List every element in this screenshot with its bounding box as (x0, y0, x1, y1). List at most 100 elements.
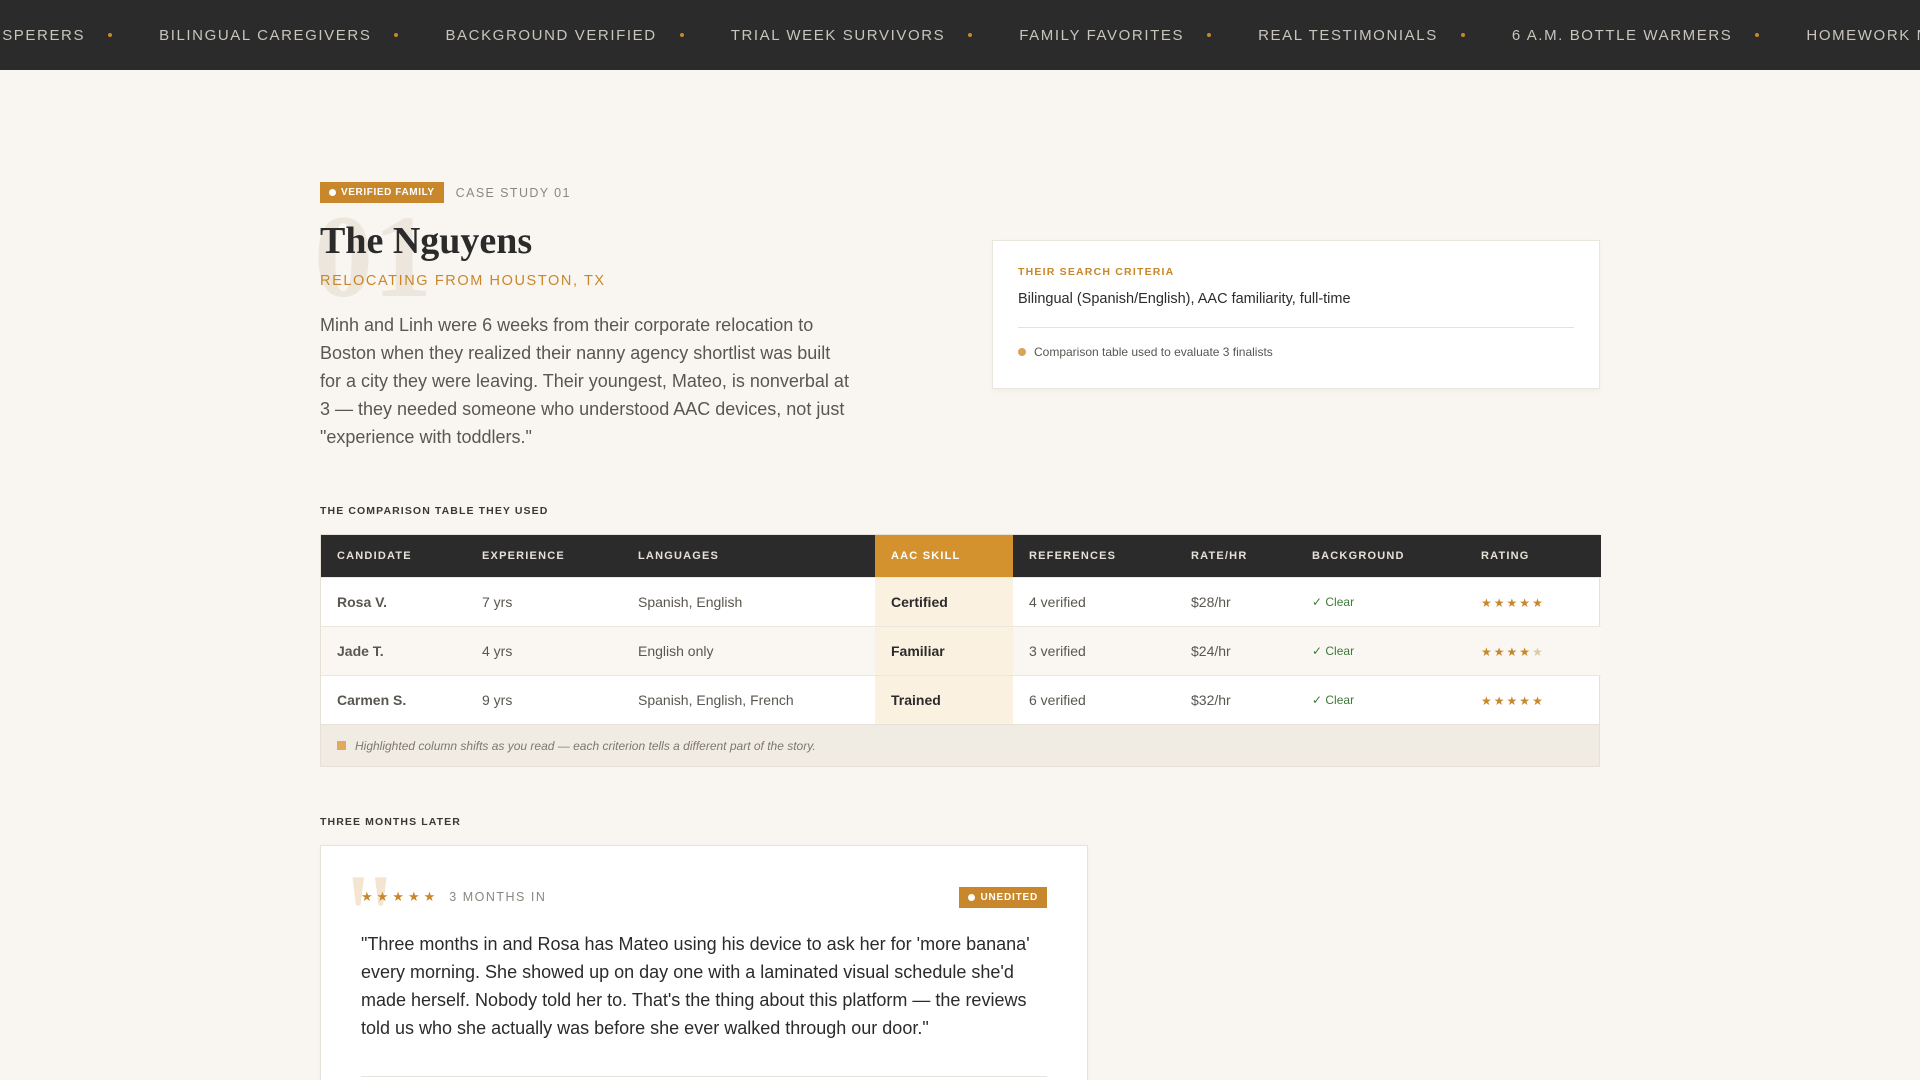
cell-references: 6 verified (1029, 691, 1086, 708)
column-header-aac-skill[interactable]: AAC SKILL (875, 535, 1013, 577)
cell-rate: $28/hr (1191, 593, 1231, 610)
cell-candidate: Rosa V. (337, 593, 388, 610)
marquee-separator-icon (108, 33, 113, 37)
marquee-item-label: BACKGROUND VERIFIED (445, 26, 657, 44)
case-study-label: CASE STUDY 01 (455, 185, 571, 200)
star-filled-icon: ★ (1493, 595, 1507, 610)
marquee-separator-icon (1460, 33, 1465, 37)
marquee-item-label: BILINGUAL CAREGIVERS (159, 26, 372, 44)
column-header-languages[interactable]: LANGUAGES (622, 535, 875, 577)
cell-background: ✓ Clear (1312, 594, 1355, 609)
marquee-separator-icon (679, 33, 684, 37)
cell-rating: ★★★★★ (1465, 675, 1601, 724)
testimonial-header: ★★★★★ 3 MONTHS IN UNEDITED (361, 886, 1047, 908)
column-header-experience[interactable]: EXPERIENCE (466, 535, 622, 577)
star-filled-icon: ★ (1506, 644, 1520, 659)
rating-stars-icon: ★★★★★ (1481, 645, 1545, 659)
highlight-legend-icon (337, 741, 346, 750)
marquee-item: FAMILY FAVORITES (1019, 27, 1258, 44)
column-header-background[interactable]: BACKGROUND (1296, 535, 1465, 577)
cell-languages: Spanish, English, French (638, 691, 794, 708)
column-header-rating[interactable]: RATING (1465, 535, 1601, 577)
column-header-references[interactable]: REFERENCES (1013, 535, 1175, 577)
star-empty-icon: ★ (1532, 644, 1545, 659)
family-name-title: The Nguyens (320, 220, 533, 262)
comparison-table-label: THE COMPARISON TABLE THEY USED (320, 505, 549, 517)
marquee-item: 6 A.M. BOTTLE WARMERS (1512, 27, 1807, 44)
star-filled-icon: ★ (1481, 693, 1494, 708)
table-row[interactable]: Jade T. 4 yrs English only Familiar 3 ve… (321, 626, 1601, 675)
badge-dot-icon (968, 893, 976, 901)
marquee-item: BILINGUAL CAREGIVERS (159, 27, 445, 44)
case-story-text: Minh and Linh were 6 weeks from their co… (320, 314, 849, 447)
testimonial-timeframe: 3 MONTHS IN (449, 890, 547, 904)
column-header-candidate[interactable]: CANDIDATE (321, 535, 466, 577)
marquee-item: BACKGROUND VERIFIED (445, 27, 730, 44)
cell-languages: English only (638, 642, 714, 659)
marquee-item: HISPERERS (0, 27, 159, 44)
criteria-divider (1018, 327, 1574, 328)
three-months-later-label: THREE MONTHS LATER (320, 816, 461, 828)
cell-candidate: Jade T. (337, 642, 384, 659)
marquee-separator-icon (1755, 33, 1760, 37)
testimonial-quote: "Three months in and Rosa has Mateo usin… (361, 934, 1030, 1038)
criteria-title: THEIR SEARCH CRITERIA (1018, 266, 1175, 278)
marquee-item-label: REAL TESTIMONIALS (1258, 26, 1438, 44)
star-filled-icon: ★ (1481, 595, 1494, 610)
star-filled-icon: ★ (1519, 595, 1533, 610)
star-filled-icon: ★ (1532, 693, 1545, 708)
cell-experience: 7 yrs (482, 593, 513, 610)
marquee-separator-icon (394, 33, 399, 37)
unedited-badge: UNEDITED (959, 886, 1047, 908)
star-filled-icon: ★ (1493, 693, 1507, 708)
criteria-note-text: Comparison table used to evaluate 3 fina… (1034, 345, 1273, 359)
relocating-subtitle: RELOCATING FROM HOUSTON, TX (320, 272, 606, 289)
testimonial-divider (361, 1076, 1047, 1077)
marquee-item-label: HOMEWORK NEGOTIATO (1806, 26, 1920, 44)
cell-background: ✓ Clear (1312, 643, 1355, 658)
table-row[interactable]: Rosa V. 7 yrs Spanish, English Certified… (321, 577, 1601, 626)
star-filled-icon: ★ (1519, 644, 1533, 659)
rating-stars-icon: ★★★★★ (1481, 694, 1545, 708)
comparison-table: CANDIDATE EXPERIENCE LANGUAGES AAC SKILL… (320, 534, 1601, 767)
search-criteria-card: THEIR SEARCH CRITERIA Bilingual (Spanish… (992, 240, 1600, 389)
cell-experience: 4 yrs (482, 642, 513, 659)
marquee-separator-icon (968, 33, 973, 37)
column-header-rate[interactable]: RATE/HR (1175, 535, 1296, 577)
criteria-text: Bilingual (Spanish/English), AAC familia… (1018, 291, 1351, 307)
criteria-note-dot-icon (1018, 348, 1026, 356)
criteria-note: Comparison table used to evaluate 3 fina… (1018, 345, 1574, 359)
star-filled-icon: ★ (1506, 595, 1520, 610)
cell-rate: $32/hr (1191, 691, 1231, 708)
cell-rating: ★★★★★ (1465, 626, 1601, 675)
marquee-separator-icon (1207, 33, 1212, 37)
marquee-item-label: 6 A.M. BOTTLE WARMERS (1511, 26, 1733, 44)
cell-aac-skill: Familiar (875, 626, 1013, 675)
marquee-item: REAL TESTIMONIALS (1258, 27, 1512, 44)
cell-references: 3 verified (1029, 642, 1086, 659)
testimonial-stars-icon: ★★★★★ (361, 889, 440, 904)
marquee-item-label: FAMILY FAVORITES (1019, 26, 1185, 44)
rating-stars-icon: ★★★★★ (1481, 596, 1545, 610)
table-footnote-text: Highlighted column shifts as you read — … (355, 738, 816, 753)
cell-references: 4 verified (1029, 593, 1086, 610)
cell-rate: $24/hr (1191, 642, 1231, 659)
cell-experience: 9 yrs (482, 691, 513, 708)
marquee-item: TRIAL WEEK SURVIVORS (731, 27, 1020, 44)
case-study-header: 01 VERIFIED FAMILY CASE STUDY 01 The Ngu… (314, 182, 880, 451)
table-row[interactable]: Carmen S. 9 yrs Spanish, English, French… (321, 675, 1601, 724)
star-filled-icon: ★ (1481, 644, 1494, 659)
cell-aac-skill: Trained (875, 675, 1013, 724)
star-filled-icon: ★ (1493, 644, 1507, 659)
marquee-item-label: TRIAL WEEK SURVIVORS (730, 26, 946, 44)
cell-aac-skill: Certified (875, 577, 1013, 626)
cell-languages: Spanish, English (638, 593, 743, 610)
testimonial-card: " ★★★★★ 3 MONTHS IN UNEDITED "Three mont… (320, 845, 1088, 1080)
cell-rating: ★★★★★ (1465, 577, 1601, 626)
marquee-item: HOMEWORK NEGOTIATO (1806, 27, 1920, 44)
marquee-item-label: HISPERERS (0, 26, 86, 44)
table-footnote: Highlighted column shifts as you read — … (321, 724, 1599, 766)
cell-background: ✓ Clear (1312, 692, 1355, 707)
unedited-badge-label: UNEDITED (980, 891, 1038, 903)
star-filled-icon: ★ (1532, 595, 1545, 610)
